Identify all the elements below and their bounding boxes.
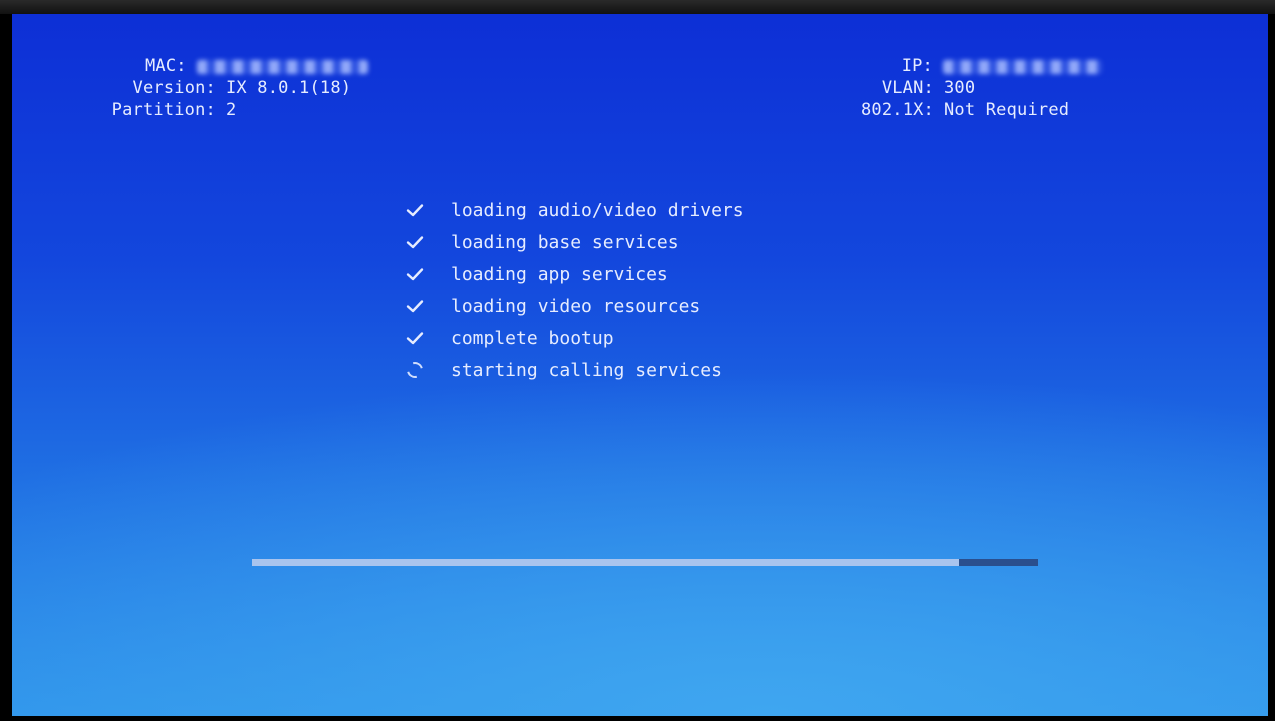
boot-step-list: loading audio/video drivers loading base… xyxy=(400,194,744,386)
vlan-row: VLAN: 300 xyxy=(772,77,1102,99)
partition-label: Partition: xyxy=(111,100,216,120)
ip-label: IP: xyxy=(901,56,933,76)
mac-value-redacted xyxy=(196,60,368,74)
device-info-left: MAC: Version: IX 8.0.1(18) Partition: 2 xyxy=(12,55,368,121)
vlan-value: 300 xyxy=(944,78,976,98)
partition-value: 2 xyxy=(226,100,237,120)
screen-bezel xyxy=(0,0,1275,14)
partition-row: Partition: 2 xyxy=(12,99,368,121)
boot-step: loading audio/video drivers xyxy=(400,194,744,226)
version-value: IX 8.0.1(18) xyxy=(226,78,352,98)
vlan-label: VLAN: xyxy=(881,78,934,98)
dot1x-row: 802.1X: Not Required xyxy=(772,99,1102,121)
version-label: Version: xyxy=(132,78,216,98)
check-icon xyxy=(406,204,424,217)
check-icon xyxy=(406,236,424,249)
boot-progress-bar xyxy=(252,559,1038,566)
device-info-right: IP: VLAN: 300 802.1X: Not Required xyxy=(772,55,1102,121)
boot-step-label: loading audio/video drivers xyxy=(451,199,744,221)
dot1x-label: 802.1X: xyxy=(860,100,934,120)
ip-row: IP: xyxy=(772,55,1102,77)
boot-step-label: loading app services xyxy=(451,263,668,285)
boot-step: complete bootup xyxy=(400,322,744,354)
boot-step: loading base services xyxy=(400,226,744,258)
spinner-icon xyxy=(404,359,426,381)
boot-step-label: complete bootup xyxy=(451,327,614,349)
boot-step-label: loading base services xyxy=(451,231,679,253)
boot-step-label: starting calling services xyxy=(451,359,722,381)
mac-row: MAC: xyxy=(12,55,368,77)
boot-screen: MAC: Version: IX 8.0.1(18) Partition: 2 … xyxy=(12,14,1268,716)
boot-progress-fill xyxy=(252,559,960,566)
version-row: Version: IX 8.0.1(18) xyxy=(12,77,368,99)
dot1x-value: Not Required xyxy=(944,100,1070,120)
boot-step: loading app services xyxy=(400,258,744,290)
boot-step-label: loading video resources xyxy=(451,295,701,317)
boot-step-active: starting calling services xyxy=(400,354,744,386)
boot-step: loading video resources xyxy=(400,290,744,322)
mac-label: MAC: xyxy=(144,56,187,76)
check-icon xyxy=(406,300,424,313)
check-icon xyxy=(406,332,424,345)
ip-value-redacted xyxy=(943,60,1102,74)
check-icon xyxy=(406,268,424,281)
